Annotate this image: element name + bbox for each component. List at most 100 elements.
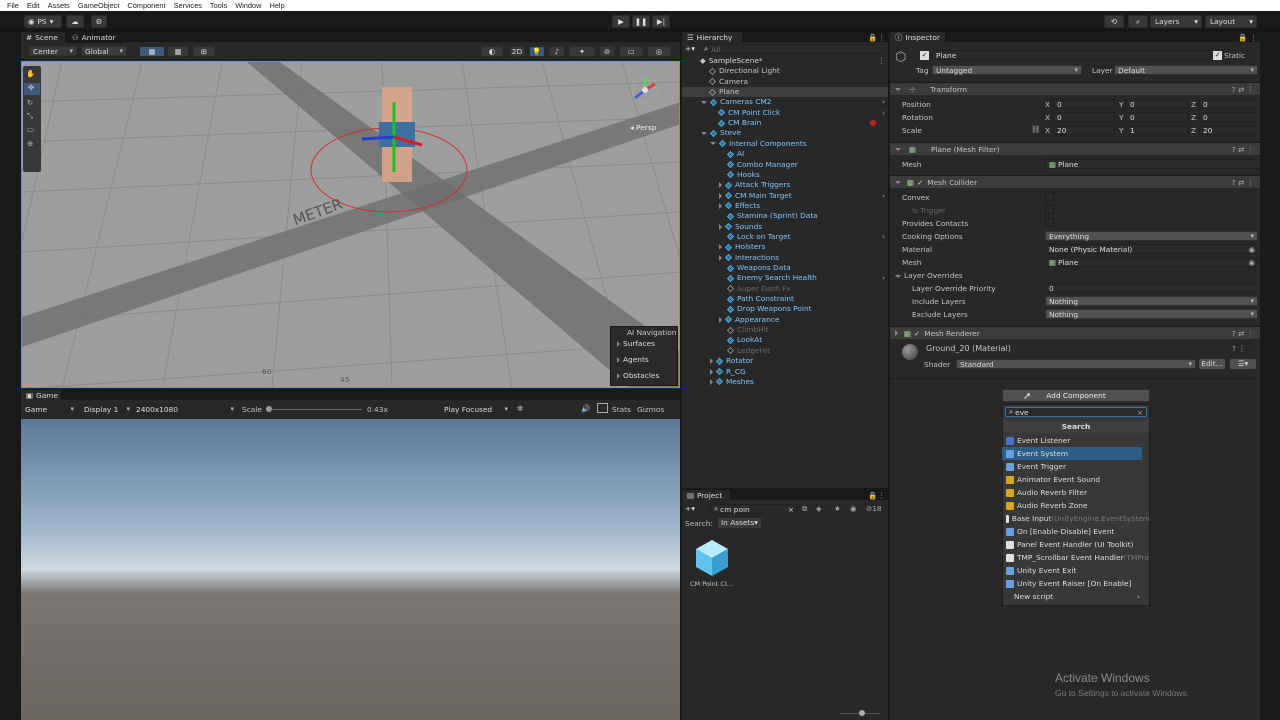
provides-contacts-checkbox[interactable] xyxy=(1045,218,1054,227)
mesh-collider-header[interactable]: ▦ ✓ Mesh Collider ? ⇄ ⋮ xyxy=(890,175,1260,188)
grid-icon[interactable]: ▦ xyxy=(167,46,189,57)
component-result-item[interactable]: Audio Reverb Filter xyxy=(1002,486,1150,499)
component-result-item[interactable]: Panel Event Handler (UI Toolkit) xyxy=(1002,538,1150,551)
open-prefab-icon[interactable]: › xyxy=(882,232,885,241)
hierarchy-row[interactable]: Effects xyxy=(682,201,888,211)
game-viewport[interactable] xyxy=(21,419,680,720)
mesh-filter-header[interactable]: ▦ Plane (Mesh Filter) ? ⇄ ⋮ xyxy=(890,142,1260,155)
component-result-item[interactable]: On [Enable-Disable] Event xyxy=(1002,525,1150,538)
open-prefab-icon[interactable]: › xyxy=(882,191,885,200)
lock-icon[interactable]: 🔒 xyxy=(868,33,877,42)
hierarchy-row[interactable]: Enemy Search Health › xyxy=(682,273,888,283)
expand-arrow-icon[interactable] xyxy=(719,316,722,323)
hierarchy-row[interactable]: AI xyxy=(682,149,888,159)
component-menu-icon[interactable]: ? ⇄ ⋮ xyxy=(1232,85,1254,94)
hierarchy-row[interactable]: Hooks xyxy=(682,170,888,180)
hierarchy-row[interactable]: LedgeHit xyxy=(682,346,888,356)
stats-toggle-icon[interactable] xyxy=(597,403,608,413)
hierarchy-row[interactable]: Appearance xyxy=(682,315,888,325)
hierarchy-row[interactable]: Cameras CM2 › xyxy=(682,97,888,107)
resolution-dropdown[interactable]: 2400x1080 xyxy=(133,404,237,414)
mesh-renderer-menu-icon[interactable]: ? ⇄ ⋮ xyxy=(1232,329,1254,338)
game-mode-dropdown[interactable]: Game xyxy=(22,404,77,414)
menu-services[interactable]: Services xyxy=(174,1,202,10)
menu-edit[interactable]: Edit xyxy=(27,1,40,10)
hierarchy-row[interactable]: Stamina (Sprint) Data xyxy=(682,211,888,221)
menu-file[interactable]: File xyxy=(7,1,19,10)
rotation-z-field[interactable]: 0 xyxy=(1199,112,1260,122)
hierarchy-row[interactable]: ◆ SampleScene* ⋮ xyxy=(682,56,888,66)
shader-dropdown[interactable]: Standard xyxy=(956,359,1196,369)
project-menu-icon[interactable]: ⋮ xyxy=(878,491,885,500)
hierarchy-row[interactable]: Weapons Data xyxy=(682,263,888,273)
inspector-lock-icon[interactable]: 🔒 xyxy=(1238,33,1247,42)
component-search-input[interactable]: ⌕ eve × xyxy=(1005,407,1147,417)
filter-label-icon[interactable]: ◈ xyxy=(816,504,822,513)
expand-arrow-icon[interactable] xyxy=(701,100,707,104)
expand-arrow-icon[interactable] xyxy=(710,142,716,146)
overlay-agents[interactable]: Agents xyxy=(617,355,649,364)
expand-arrow-icon[interactable] xyxy=(719,223,722,230)
expand-arrow-icon[interactable] xyxy=(710,358,713,365)
toggle-2d-button[interactable]: 2D xyxy=(509,46,525,57)
hierarchy-row[interactable]: Internal Components xyxy=(682,139,888,149)
open-prefab-icon[interactable]: › xyxy=(882,97,885,106)
exclude-layers-dropdown[interactable]: Nothing xyxy=(1045,309,1258,319)
hierarchy-row[interactable]: ClimbHit xyxy=(682,325,888,335)
tab-project[interactable]: ▤ Project xyxy=(682,490,730,501)
draw-mode-icon[interactable]: ◐ xyxy=(481,46,503,57)
camera-settings-icon[interactable]: ▭ xyxy=(619,46,643,57)
rotation-y-field[interactable]: 0 xyxy=(1126,112,1188,122)
shader-options-button[interactable]: ☰▾ xyxy=(1230,359,1256,369)
layer-overrides-foldout[interactable]: Layer Overrides xyxy=(895,271,963,280)
scale-tool-icon[interactable]: ⤡ xyxy=(27,111,33,121)
tab-animator[interactable]: ⚇ Animator xyxy=(67,32,123,43)
hierarchy-row[interactable]: Attack Triggers xyxy=(682,180,888,190)
menu-window[interactable]: Window xyxy=(235,1,261,10)
tab-inspector[interactable]: ⓘ Inspector xyxy=(890,32,945,43)
position-x-field[interactable]: 0 xyxy=(1053,99,1115,109)
zoom-slider-thumb[interactable] xyxy=(859,710,865,716)
audio-icon[interactable]: ♪ xyxy=(549,46,565,57)
hierarchy-row[interactable]: Combo Manager xyxy=(682,160,888,170)
tab-scene[interactable]: # Scene xyxy=(21,32,65,43)
material-field[interactable]: None (Physic Material) ◉ xyxy=(1045,244,1258,254)
component-result-item[interactable]: Event Listener xyxy=(1002,434,1150,447)
component-result-item[interactable]: Unity Event Raiser [On Enable] xyxy=(1002,577,1150,590)
hierarchy-row[interactable]: Steve xyxy=(682,128,888,138)
mesh-renderer-header[interactable]: ▦ ✓ Mesh Renderer ? ⇄ ⋮ xyxy=(890,326,1260,339)
asset-cm-point-click[interactable] xyxy=(692,538,732,578)
scale-slider[interactable] xyxy=(267,409,362,410)
rotation-x-field[interactable]: 0 xyxy=(1053,112,1115,122)
hierarchy-row[interactable]: Plane xyxy=(682,87,888,98)
object-name-field[interactable]: Plane xyxy=(932,50,1210,60)
project-search-input[interactable]: ⌕ cm poin × xyxy=(710,504,798,514)
stats-button[interactable]: Stats xyxy=(612,405,631,414)
hierarchy-row[interactable]: Lock on Target › xyxy=(682,232,888,242)
mute-audio-icon[interactable]: 🔊 xyxy=(581,404,590,413)
scale-y-field[interactable]: 1 xyxy=(1126,125,1188,135)
play-button[interactable]: ▶ xyxy=(612,15,630,28)
space-dropdown[interactable]: Global xyxy=(81,46,127,56)
component-result-item[interactable]: New script › xyxy=(1002,590,1150,603)
hierarchy-row[interactable]: Holsters xyxy=(682,242,888,252)
hierarchy-row[interactable]: Interactions xyxy=(682,253,888,263)
search-scope-in-assets[interactable]: In Assets▾ xyxy=(718,518,761,528)
grid-snap-icon[interactable]: ▦ xyxy=(139,46,165,57)
overlay-surfaces[interactable]: Surfaces xyxy=(617,339,655,348)
collider-mesh-field[interactable]: ▦ Plane ◉ xyxy=(1045,257,1258,267)
mesh-collider-enabled-check[interactable]: ✓ xyxy=(917,178,923,187)
hierarchy-row[interactable]: Super Dash Fx xyxy=(682,284,888,294)
expand-arrow-icon[interactable] xyxy=(710,378,713,385)
transform-tool-icon[interactable]: ⊕ xyxy=(27,139,33,148)
open-prefab-icon[interactable]: › xyxy=(882,273,885,282)
position-z-field[interactable]: 0 xyxy=(1199,99,1260,109)
component-result-item[interactable]: Animator Event Sound xyxy=(1002,473,1150,486)
step-button[interactable]: ▶| xyxy=(652,15,670,28)
add-object-button[interactable]: +▾ xyxy=(685,44,695,53)
layout-dropdown[interactable]: Layout ▾ xyxy=(1205,15,1257,28)
hierarchy-row[interactable]: CM Brain xyxy=(682,118,888,128)
menu-assets[interactable]: Assets xyxy=(48,1,70,10)
hierarchy-row[interactable]: Meshes xyxy=(682,377,888,387)
scale-x-field[interactable]: 20 xyxy=(1053,125,1115,135)
